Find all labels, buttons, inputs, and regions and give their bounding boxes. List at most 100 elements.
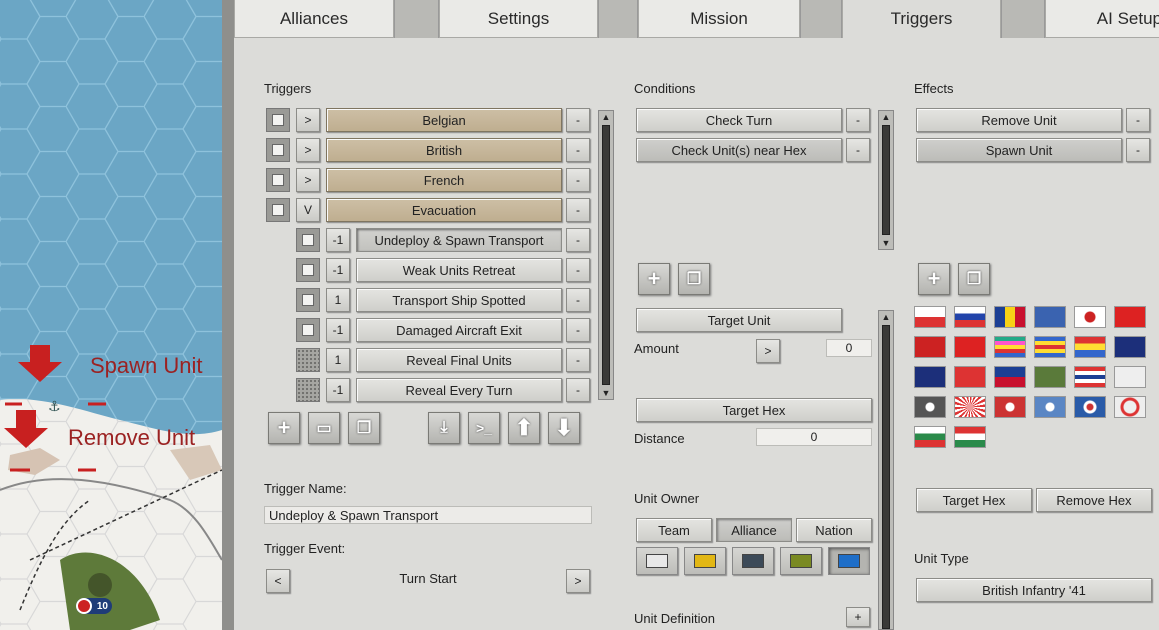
- remove-condition-button[interactable]: -: [846, 108, 870, 132]
- copy-effect-button[interactable]: ❐: [958, 263, 990, 295]
- target-hex-effect-button[interactable]: Target Hex: [916, 488, 1032, 512]
- event-next-button[interactable]: >: [566, 569, 590, 593]
- owner-color-swatch[interactable]: [780, 547, 822, 575]
- nation-flag-icon[interactable]: [954, 426, 986, 448]
- remove-trigger-button[interactable]: -: [566, 378, 590, 402]
- triggers-scrollbar[interactable]: ▲ ▼: [598, 110, 614, 400]
- group-checkbox[interactable]: [266, 168, 290, 192]
- trigger-order-number[interactable]: -1: [326, 378, 350, 402]
- scroll-down-icon[interactable]: ▼: [879, 237, 893, 249]
- nation-flag-icon[interactable]: [914, 396, 946, 418]
- distance-field[interactable]: 0: [756, 428, 872, 446]
- nation-flag-icon[interactable]: [994, 306, 1026, 328]
- group-expand-toggle[interactable]: >: [296, 108, 320, 132]
- nation-flag-icon[interactable]: [1074, 336, 1106, 358]
- nation-flag-icon[interactable]: [1034, 366, 1066, 388]
- nation-flag-icon[interactable]: [1074, 396, 1106, 418]
- tab-triggers[interactable]: Triggers: [842, 0, 1001, 38]
- scroll-down-icon[interactable]: ▼: [599, 387, 613, 399]
- nation-flag-icon[interactable]: [1114, 306, 1146, 328]
- tab-settings[interactable]: Settings: [439, 0, 598, 38]
- unit-type-select[interactable]: British Infantry '41: [916, 578, 1152, 602]
- nation-flag-icon[interactable]: [914, 306, 946, 328]
- nation-flag-icon[interactable]: [954, 396, 986, 418]
- nation-flag-icon[interactable]: [1034, 336, 1066, 358]
- nation-flag-icon[interactable]: [994, 396, 1026, 418]
- owner-team-button[interactable]: Team: [636, 518, 712, 542]
- nation-flag-icon[interactable]: [1034, 306, 1066, 328]
- owner-color-swatch[interactable]: [828, 547, 870, 575]
- nation-flag-icon[interactable]: [1074, 366, 1106, 388]
- trigger-item-2[interactable]: Transport Ship Spotted: [356, 288, 562, 312]
- group-checkbox[interactable]: [266, 198, 290, 222]
- owner-alliance-button[interactable]: Alliance: [716, 518, 792, 542]
- add-trigger-button[interactable]: +: [268, 412, 300, 444]
- tab-alliances[interactable]: Alliances: [234, 0, 394, 38]
- map-canvas[interactable]: ⚓: [0, 0, 222, 630]
- add-effect-button[interactable]: +: [918, 263, 950, 295]
- map-view[interactable]: ⚓ Spawn Unit Remove Unit 10: [0, 0, 222, 630]
- group-expand-toggle[interactable]: >: [296, 138, 320, 162]
- trigger-checkbox[interactable]: [296, 228, 320, 252]
- nation-flag-icon[interactable]: [1074, 306, 1106, 328]
- trigger-name-field[interactable]: Undeploy & Spawn Transport: [264, 506, 592, 524]
- target-hex-condition-button[interactable]: Target Hex: [636, 398, 872, 422]
- owner-color-swatch[interactable]: [636, 547, 678, 575]
- trigger-checkbox[interactable]: [296, 348, 320, 372]
- trigger-order-number[interactable]: -1: [326, 318, 350, 342]
- trigger-order-number[interactable]: 1: [326, 288, 350, 312]
- remove-trigger-button[interactable]: -: [566, 288, 590, 312]
- trigger-item-4[interactable]: Reveal Final Units: [356, 348, 562, 372]
- group-expand-toggle[interactable]: >: [296, 168, 320, 192]
- scroll-up-icon[interactable]: ▲: [879, 111, 893, 123]
- trigger-item-3[interactable]: Damaged Aircraft Exit: [356, 318, 562, 342]
- nation-flag-icon[interactable]: [914, 366, 946, 388]
- trigger-checkbox[interactable]: [296, 318, 320, 342]
- condition-check-turn[interactable]: Check Turn: [636, 108, 842, 132]
- add-folder-button[interactable]: ▭: [308, 412, 340, 444]
- import-trigger-button[interactable]: ⤓: [428, 412, 460, 444]
- move-up-button[interactable]: ⬆: [508, 412, 540, 444]
- trigger-item-1[interactable]: Weak Units Retreat: [356, 258, 562, 282]
- nation-flag-icon[interactable]: [1114, 336, 1146, 358]
- trigger-item-0[interactable]: Undeploy & Spawn Transport: [356, 228, 562, 252]
- effect-remove-unit[interactable]: Remove Unit: [916, 108, 1122, 132]
- remove-condition-button[interactable]: -: [846, 138, 870, 162]
- owner-nation-button[interactable]: Nation: [796, 518, 872, 542]
- amount-field[interactable]: 0: [826, 339, 872, 357]
- remove-trigger-button[interactable]: -: [566, 318, 590, 342]
- nation-flag-icon[interactable]: [994, 366, 1026, 388]
- trigger-group-2[interactable]: French: [326, 168, 562, 192]
- unit-badge[interactable]: 10: [76, 598, 112, 614]
- remove-effect-button[interactable]: -: [1126, 138, 1150, 162]
- tab-ai-setup[interactable]: AI Setup: [1045, 0, 1159, 38]
- nation-flag-icon[interactable]: [914, 426, 946, 448]
- condition-params-scrollbar[interactable]: ▲: [878, 310, 894, 630]
- event-prev-button[interactable]: <: [266, 569, 290, 593]
- tab-mission[interactable]: Mission: [638, 0, 800, 38]
- effect-spawn-unit[interactable]: Spawn Unit: [916, 138, 1122, 162]
- add-definition-button[interactable]: +: [846, 607, 870, 627]
- condition-check-unit-near-hex[interactable]: Check Unit(s) near Hex: [636, 138, 842, 162]
- owner-color-swatch[interactable]: [732, 547, 774, 575]
- nation-flag-icon[interactable]: [1114, 396, 1146, 418]
- trigger-checkbox[interactable]: [296, 378, 320, 402]
- scroll-up-icon[interactable]: ▲: [599, 111, 613, 123]
- remove-trigger-button[interactable]: -: [566, 138, 590, 162]
- group-checkbox[interactable]: [266, 138, 290, 162]
- trigger-group-1[interactable]: British: [326, 138, 562, 162]
- console-button[interactable]: >_: [468, 412, 500, 444]
- remove-effect-button[interactable]: -: [1126, 108, 1150, 132]
- trigger-checkbox[interactable]: [296, 258, 320, 282]
- trigger-item-5[interactable]: Reveal Every Turn: [356, 378, 562, 402]
- trigger-checkbox[interactable]: [296, 288, 320, 312]
- group-checkbox[interactable]: [266, 108, 290, 132]
- copy-condition-button[interactable]: ❐: [678, 263, 710, 295]
- nation-flag-icon[interactable]: [994, 336, 1026, 358]
- remove-trigger-button[interactable]: -: [566, 198, 590, 222]
- trigger-order-number[interactable]: 1: [326, 348, 350, 372]
- copy-trigger-button[interactable]: ❐: [348, 412, 380, 444]
- nation-flag-icon[interactable]: [954, 306, 986, 328]
- nation-flag-icon[interactable]: [1034, 396, 1066, 418]
- remove-trigger-button[interactable]: -: [566, 258, 590, 282]
